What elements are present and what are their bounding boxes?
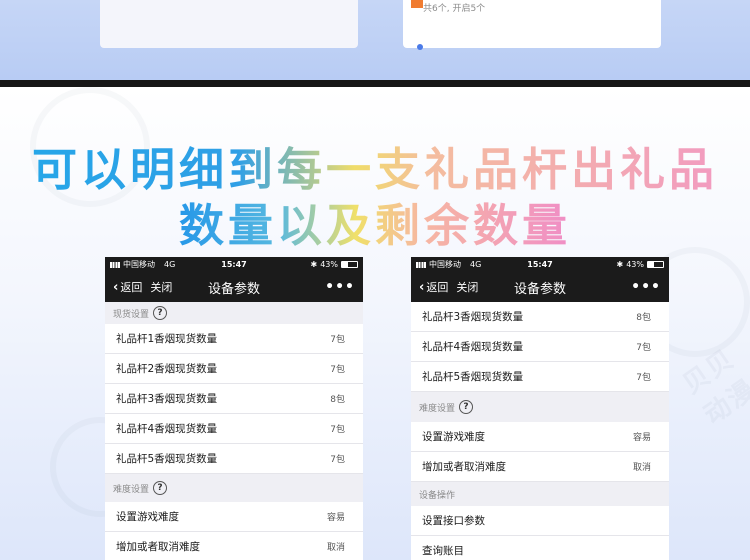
row-value: 7包 [330,455,345,465]
row-label: 增加或者取消难度 [116,541,200,553]
list-item[interactable]: 礼品杆4香烟现货数量 7包 [105,414,363,444]
section-header-difficulty: 难度设置 ? [411,392,669,422]
list-item[interactable]: 增加或者取消难度 取消 [411,452,669,482]
close-button[interactable]: 关闭 [150,279,172,295]
help-icon[interactable]: ? [459,400,474,414]
row-label: 设置游戏难度 [422,431,485,443]
row-label: 设置接口参数 [422,515,485,527]
section-title: 现货设置 [113,309,150,320]
row-label: 增加或者取消难度 [422,461,506,473]
row-label: 礼品杆1香烟现货数量 [116,333,218,345]
row-value: 7包 [636,343,651,353]
list-item[interactable]: 礼品杆4香烟现货数量 7包 [411,332,669,362]
section-title: 难度设置 [113,484,150,495]
list-item[interactable]: 礼品杆5香烟现货数量 7包 [105,444,363,474]
back-label: 返回 [426,281,449,294]
list-item[interactable]: 礼品杆2香烟现货数量 7包 [105,354,363,384]
list-item[interactable]: 查询账目 [411,536,669,560]
battery-icon [341,261,358,268]
row-label: 礼品杆2香烟现货数量 [116,363,218,375]
back-label: 返回 [120,281,143,294]
previous-card-left [100,0,358,48]
row-label: 设置游戏难度 [116,511,179,523]
headline-line-2: 数量以及剩余数量 [178,199,571,252]
chevron-left-icon: ‹ [419,279,425,295]
help-icon[interactable]: ? [153,306,168,320]
chevron-left-icon: ‹ [113,279,119,295]
previous-card-right: 共6个, 开启5个 [403,0,661,50]
back-button[interactable]: ‹ 返回 [419,279,448,295]
list-item[interactable]: 礼品杆5香烟现货数量 7包 [411,362,669,392]
row-value: 7包 [636,373,651,383]
phone-screenshot-right: 中国移动 4G 15:47 ✱ 43% ‹ 返回 关闭 设备参数 ••• 礼品杆… [411,257,669,560]
row-label: 查询账目 [422,545,464,557]
more-menu-button[interactable]: ••• [325,279,355,295]
list-item[interactable]: 礼品杆1香烟现货数量 7包 [105,324,363,354]
nav-bar: ‹ 返回 关闭 设备参数 ••• [411,272,669,302]
list-item[interactable]: 礼品杆3香烟现货数量 8包 [105,384,363,414]
nav-bar: ‹ 返回 关闭 设备参数 ••• [105,272,363,302]
phone-screenshot-left: 中国移动 4G 15:47 ✱ 43% ‹ 返回 关闭 设备参数 ••• 现货设… [105,257,363,560]
blue-dot-icon [417,44,423,50]
row-value: 8包 [330,395,345,405]
list-item[interactable]: 增加或者取消难度 取消 [105,532,363,560]
row-value: 容易 [326,513,345,523]
list-item[interactable]: 设置接口参数 [411,506,669,536]
list-item[interactable]: 设置游戏难度 容易 [105,502,363,532]
row-label: 礼品杆5香烟现货数量 [422,371,524,383]
row-value: 容易 [632,433,651,443]
row-value: 取消 [632,463,651,473]
section-header-stock: 现货设置 ? [105,302,363,324]
status-bar: 中国移动 4G 15:47 ✱ 43% [105,257,363,272]
list-item[interactable]: 设置游戏难度 容易 [411,422,669,452]
section-title: 难度设置 [419,403,456,414]
help-icon[interactable]: ? [153,481,168,495]
row-label: 礼品杆5香烟现货数量 [116,453,218,465]
row-label: 礼品杆3香烟现货数量 [422,311,524,323]
row-label: 礼品杆4香烟现货数量 [422,341,524,353]
row-value: 7包 [330,365,345,375]
row-value: 8包 [636,313,651,323]
orange-marker-icon [411,0,423,8]
device-count-text: 共6个, 开启5个 [423,4,486,14]
divider-band [0,80,750,87]
more-menu-button[interactable]: ••• [631,279,661,295]
section-header-difficulty: 难度设置 ? [105,474,363,502]
status-bar: 中国移动 4G 15:47 ✱ 43% [411,257,669,272]
battery-icon [647,261,664,268]
row-value: 7包 [330,335,345,345]
row-value: 取消 [326,543,345,553]
row-label: 礼品杆3香烟现货数量 [116,393,218,405]
previous-panel-strip: 共6个, 开启5个 [0,0,750,80]
section-header-device: 设备操作 [411,482,669,506]
row-value: 7包 [330,425,345,435]
back-button[interactable]: ‹ 返回 [113,279,142,295]
status-time: 15:47 [221,260,247,269]
section-title: 设备操作 [419,490,456,501]
status-time: 15:47 [527,260,553,269]
close-button[interactable]: 关闭 [456,279,478,295]
list-item[interactable]: 礼品杆3香烟现货数量 8包 [411,302,669,332]
row-label: 礼品杆4香烟现货数量 [116,423,218,435]
